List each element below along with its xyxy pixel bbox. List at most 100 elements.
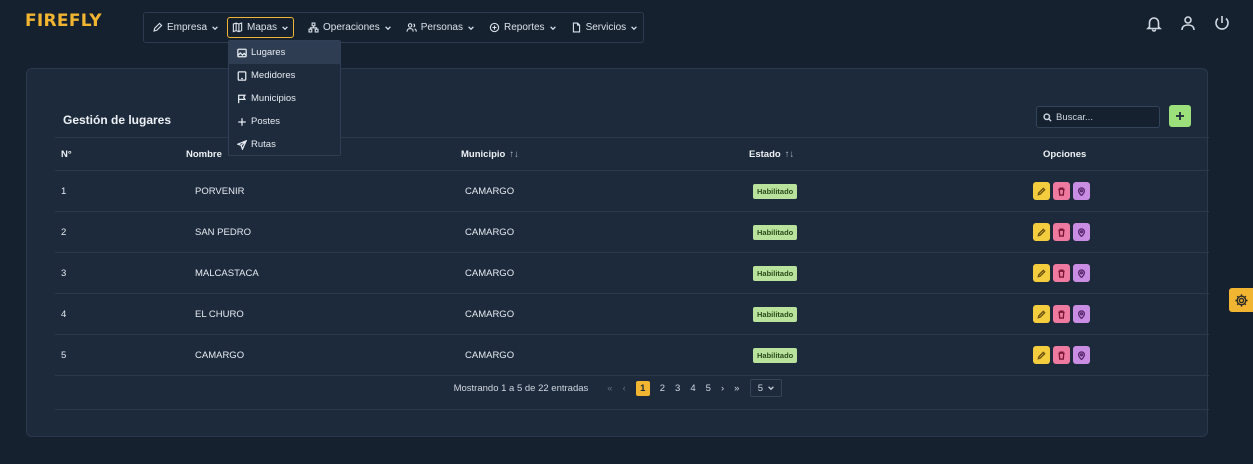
- menu-item-label: Medidores: [251, 70, 296, 81]
- flag-icon: [238, 94, 247, 103]
- trash-icon: [1058, 350, 1065, 360]
- search-input[interactable]: [1056, 111, 1156, 123]
- search-box[interactable]: [1036, 106, 1160, 128]
- cell-estado: Habilitado: [685, 294, 945, 335]
- page-button-5[interactable]: 5: [706, 383, 711, 394]
- column-header-num: N°: [55, 137, 185, 171]
- table-row: 5 CAMARGO CAMARGO Habilitado: [55, 335, 1209, 376]
- location-button[interactable]: [1073, 264, 1090, 282]
- cell-estado: Habilitado: [685, 253, 945, 294]
- plus-icon: [1176, 112, 1184, 120]
- menu-item-medidores[interactable]: Medidores: [229, 64, 340, 87]
- sort-icon[interactable]: ↑↓: [509, 149, 519, 160]
- menu-item-label: Lugares: [251, 47, 286, 58]
- pencil-icon: [1037, 268, 1046, 278]
- status-badge: Habilitado: [753, 306, 798, 322]
- top-navbar: FIREFLY Empresa Mapas Operaciones Person…: [0, 0, 1253, 48]
- column-header-municipio[interactable]: Municipio ↑↓: [385, 137, 685, 171]
- pencil-icon: [1037, 227, 1046, 237]
- delete-button[interactable]: [1053, 223, 1070, 241]
- trash-icon: [1058, 268, 1065, 278]
- mapas-dropdown-menu: Lugares Medidores Municipios Postes Ruta…: [228, 40, 341, 156]
- menu-item-label: Postes: [251, 116, 281, 127]
- settings-toggle[interactable]: [1229, 288, 1253, 312]
- delete-button[interactable]: [1053, 264, 1070, 282]
- menu-item-postes[interactable]: Postes: [229, 110, 340, 133]
- page-button-3[interactable]: 3: [675, 383, 680, 394]
- column-label: Nombre: [186, 148, 222, 160]
- location-button[interactable]: [1073, 223, 1090, 241]
- sort-icon[interactable]: ↑↓: [785, 149, 795, 160]
- prev-page-button[interactable]: ‹: [623, 383, 626, 394]
- map-pin-icon: [1077, 186, 1086, 196]
- cell-num: 1: [61, 185, 67, 197]
- nav-item-empresa[interactable]: Empresa: [152, 17, 219, 38]
- delete-button[interactable]: [1053, 305, 1070, 323]
- cell-opciones: [945, 212, 1209, 253]
- page-button-4[interactable]: 4: [690, 383, 695, 394]
- edit-button[interactable]: [1033, 305, 1050, 323]
- next-page-button[interactable]: ›: [721, 383, 724, 394]
- location-button[interactable]: [1073, 305, 1090, 323]
- chevron-down-icon: [212, 25, 218, 30]
- location-button[interactable]: [1073, 346, 1090, 364]
- pencil-icon: [1037, 350, 1046, 360]
- column-header-estado[interactable]: Estado ↑↓: [685, 137, 945, 171]
- edit-button[interactable]: [1033, 346, 1050, 364]
- cell-num: 3: [61, 267, 67, 279]
- delete-button[interactable]: [1053, 346, 1070, 364]
- delete-button[interactable]: [1053, 182, 1070, 200]
- cell-num: 5: [61, 349, 67, 361]
- table-row: 4 EL CHURO CAMARGO Habilitado: [55, 294, 1209, 335]
- nav-item-reportes[interactable]: Reportes: [489, 17, 557, 38]
- network-icon: [308, 22, 319, 33]
- menu-item-rutas[interactable]: Rutas: [229, 133, 340, 156]
- page-size-select[interactable]: 5: [750, 379, 783, 397]
- cell-nombre: PORVENIR: [195, 185, 245, 197]
- add-lugar-button[interactable]: [1169, 105, 1191, 127]
- nav-label: Reportes: [503, 22, 545, 33]
- first-page-button[interactable]: «: [607, 383, 612, 394]
- status-badge: Habilitado: [753, 347, 798, 363]
- page-button-1[interactable]: 1: [635, 380, 650, 396]
- cell-municipio: CAMARGO: [465, 185, 515, 197]
- edit-button[interactable]: [1033, 182, 1050, 200]
- cell-nombre: MALCASTACA: [195, 267, 259, 279]
- cell-municipio: CAMARGO: [465, 308, 515, 320]
- map-pin-icon: [1077, 309, 1086, 319]
- nav-item-mapas[interactable]: Mapas: [227, 17, 295, 38]
- users-icon: [406, 23, 417, 32]
- cell-opciones: [945, 253, 1209, 294]
- map-pin-icon: [1077, 268, 1086, 278]
- cell-municipio: CAMARGO: [465, 349, 515, 361]
- gear-icon: [1234, 293, 1248, 307]
- cell-num: 2: [61, 226, 67, 238]
- map-pin-icon: [1077, 350, 1086, 360]
- send-icon: [237, 139, 247, 150]
- edit-button[interactable]: [1033, 264, 1050, 282]
- cell-num: 4: [61, 308, 67, 320]
- page-title: Gestión de lugares: [63, 113, 172, 127]
- status-badge: Habilitado: [753, 224, 798, 240]
- nav-item-operaciones[interactable]: Operaciones: [308, 17, 392, 38]
- page-button-2[interactable]: 2: [660, 383, 665, 394]
- nav-label: Operaciones: [323, 22, 380, 33]
- edit-button[interactable]: [1033, 223, 1050, 241]
- cell-estado: Habilitado: [685, 171, 945, 212]
- cell-nombre: CAMARGO: [195, 349, 245, 361]
- bell-icon[interactable]: [1145, 14, 1163, 32]
- nav-item-personas[interactable]: Personas: [406, 17, 475, 38]
- user-icon[interactable]: [1179, 14, 1197, 32]
- file-icon: [572, 22, 580, 33]
- chevron-down-icon: [282, 25, 288, 30]
- last-page-button[interactable]: »: [734, 383, 739, 394]
- menu-item-municipios[interactable]: Municipios: [229, 87, 340, 110]
- nav-label: Empresa: [167, 22, 208, 33]
- location-button[interactable]: [1073, 182, 1090, 200]
- nav-item-servicios[interactable]: Servicios: [571, 17, 639, 38]
- menu-item-lugares[interactable]: Lugares: [229, 41, 340, 64]
- table-row: 3 MALCASTACA CAMARGO Habilitado: [55, 253, 1209, 294]
- brand-logo[interactable]: FIREFLY: [25, 11, 102, 31]
- cell-estado: Habilitado: [685, 335, 945, 376]
- power-icon[interactable]: [1213, 14, 1231, 32]
